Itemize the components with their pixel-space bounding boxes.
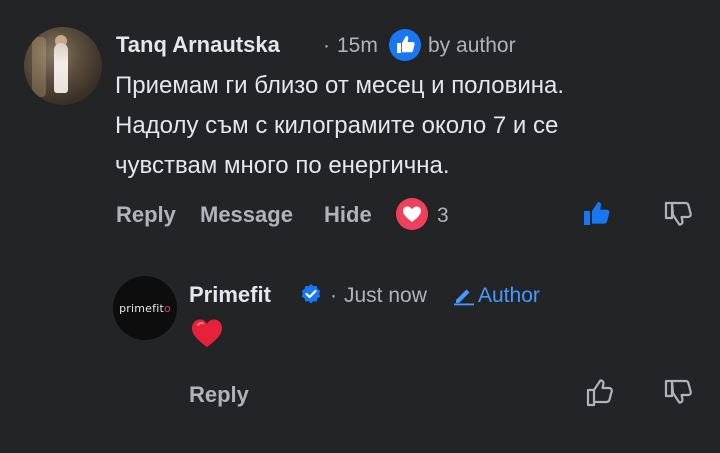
thumbs-up-icon[interactable] [584, 377, 616, 409]
avatar-figure-body [54, 43, 68, 93]
thumbs-up-badge-icon [389, 29, 421, 61]
comment-body: Приемам ги близо от месец и половина. На… [115, 66, 705, 186]
author-badge: Author [478, 284, 540, 307]
thumbs-down-icon[interactable] [662, 199, 694, 231]
commenter-name[interactable]: Tanq Arnautska [116, 32, 280, 58]
reply-timestamp[interactable]: Just now [344, 284, 427, 308]
replier-avatar[interactable]: primefito [113, 276, 177, 340]
comment-text-line: чувствам много по енергична. [115, 152, 450, 179]
comment-thread: Tanq Arnautska · 15m by author Приемам г… [0, 0, 720, 453]
reply-button[interactable]: Reply [116, 202, 176, 228]
comment-text-line: Приемам ги близо от месец и половина. [115, 72, 565, 99]
comment-text-line: Надолу съм с килограмите около 7 и се [115, 112, 559, 139]
brand-logo: primefito [119, 301, 171, 315]
replier-name[interactable]: Primefit [189, 282, 271, 308]
love-reaction-icon[interactable] [396, 198, 428, 230]
hide-button[interactable]: Hide [324, 202, 372, 228]
avatar-background [32, 37, 46, 97]
liked-by-author-label: by author [428, 34, 516, 57]
thumbs-up-icon-active[interactable] [582, 199, 612, 229]
comment-timestamp[interactable]: 15m [337, 34, 378, 58]
message-button[interactable]: Message [200, 202, 293, 228]
red-heart-emoji [192, 319, 222, 347]
meta-separator: · [323, 34, 330, 57]
thumbs-down-icon[interactable] [662, 377, 694, 409]
verified-badge-icon [301, 284, 321, 304]
meta-separator: · [330, 284, 337, 307]
reaction-count[interactable]: 3 [437, 204, 449, 228]
commenter-avatar[interactable] [24, 27, 102, 105]
pencil-icon [454, 289, 474, 306]
reply-to-reply-button[interactable]: Reply [189, 382, 249, 408]
